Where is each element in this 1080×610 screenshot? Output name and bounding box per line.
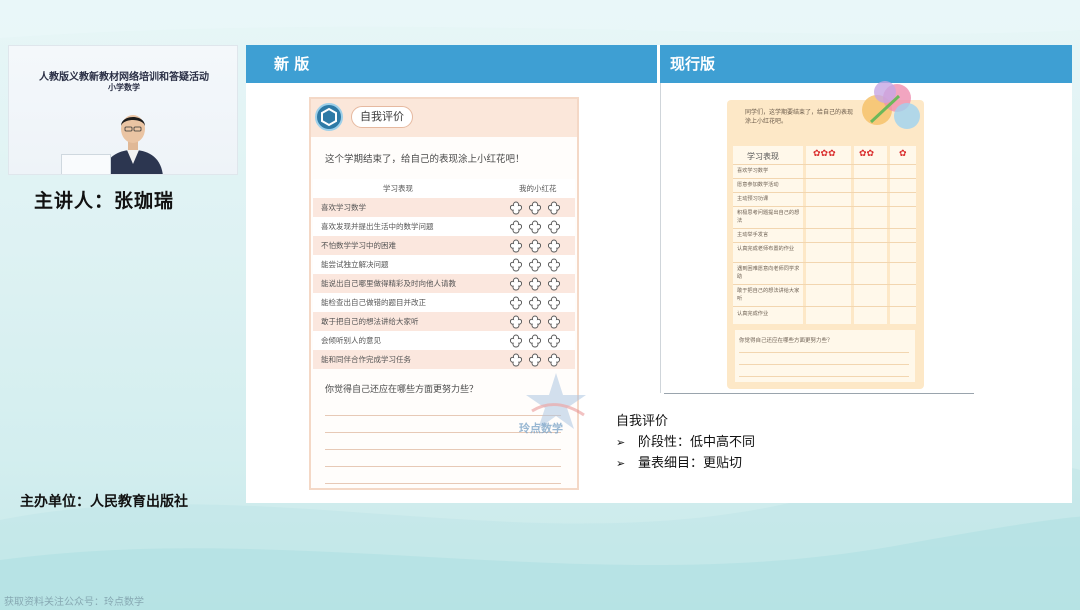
row-line <box>733 284 916 285</box>
table-row: 能和同伴合作完成学习任务 <box>313 350 575 369</box>
flower-icon: ✿ <box>899 149 907 159</box>
flower-outline-icon <box>509 296 561 310</box>
page-frame-bottom <box>664 393 974 394</box>
flower-column-1 <box>890 146 916 324</box>
arrow-bullet-icon: ➢ <box>616 457 626 470</box>
new-textbook-page: 自我评价 这个学期结束了，给自己的表现涂上小红花吧！ 学习表现 我的小红花 喜欢… <box>309 97 586 490</box>
flower-outline-icon <box>509 258 561 272</box>
table-row: 能尝试独立解决问题 <box>313 255 575 274</box>
speaker-name: 主讲人：张珈瑞 <box>34 190 175 212</box>
table-row: 不怕数学学习中的困难 <box>313 236 575 255</box>
watermark-text: 玲点数学 <box>519 422 563 435</box>
arrow-bullet-icon: ➢ <box>616 436 626 449</box>
flower-icon: ✿✿ <box>859 149 875 159</box>
answer-line <box>739 364 909 365</box>
table-row: 能说出自己哪里做得精彩及时向他人请教 <box>313 274 575 293</box>
flower-outline-icon <box>509 220 561 234</box>
list-item: 主动预习功课 <box>737 196 769 202</box>
comparison-notes: 自我评价 ➢ 阶段性：低中高不同 ➢ 量表细目：更贴切 <box>616 411 755 474</box>
answer-line <box>325 449 561 450</box>
list-item: 积极思考问题提出自己的想法 <box>737 210 800 224</box>
organizer: 主办单位：人民教育出版社 <box>20 494 188 510</box>
row-line <box>733 242 916 243</box>
table-row: 会倾听别人的意见 <box>313 331 575 350</box>
list-item: 敢于把自己的想法讲给大家听 <box>737 288 800 302</box>
list-item: 喜欢学习数学 <box>737 168 769 174</box>
table-row: 能检查出自己做错的题目并改正 <box>313 293 575 312</box>
answer-line <box>325 483 561 484</box>
col-header-flowers: 我的小红花 <box>519 184 557 193</box>
table-row: 喜欢发现并提出生活中的数学问题 <box>313 217 575 236</box>
new-page-question: 你觉得自己还应在哪些方面更努力些？ <box>325 385 479 395</box>
column-divider <box>660 83 661 393</box>
self-evaluation-title: 自我评价 <box>351 106 413 128</box>
new-version-header: 新 版 <box>246 45 657 83</box>
answer-line <box>739 376 909 377</box>
list-item: 认真完成作业 <box>737 311 769 317</box>
flower-column-3 <box>806 146 851 324</box>
current-col-header: 学习表现 <box>747 152 779 161</box>
flower-outline-icon <box>509 201 561 215</box>
notes-title: 自我评价 <box>616 414 669 429</box>
current-textbook-page: 同学们，这学期要结束了，给自己的表现涂上小红花吧。 学习表现 ✿✿✿ ✿✿ ✿ … <box>727 81 924 389</box>
row-line <box>733 164 916 165</box>
current-page-question: 你觉得自己还应在哪些方面更努力些？ <box>739 338 833 344</box>
new-page-intro: 这个学期结束了，给自己的表现涂上小红花吧！ <box>325 154 525 165</box>
flower-outline-icon <box>509 334 561 348</box>
table-row: 喜欢学习数学 <box>313 198 575 217</box>
row-line <box>733 262 916 263</box>
flower-column-2 <box>854 146 887 324</box>
flower-outline-icon <box>509 239 561 253</box>
row-line <box>733 206 916 207</box>
row-line <box>733 178 916 179</box>
note-bullet: ➢ 阶段性：低中高不同 <box>616 432 755 453</box>
row-line <box>733 192 916 193</box>
monitor <box>61 154 111 174</box>
row-line <box>733 306 916 307</box>
answer-line <box>739 352 909 353</box>
note-bullet: ➢ 量表细目：更贴切 <box>616 453 755 474</box>
current-question-box: 你觉得自己还应在哪些方面更努力些？ <box>735 330 915 382</box>
video-thumbnail[interactable]: 人教版义教新教材网络培训和答疑活动 小学数学 <box>8 45 238 175</box>
decorative-circles-icon <box>862 81 920 129</box>
list-item: 愿意参加数学活动 <box>737 182 779 188</box>
new-evaluation-table: 学习表现 我的小红花 喜欢学习数学 喜欢发现并提出生活中的数学问题 不怕数学学习… <box>313 179 575 369</box>
flower-icon: ✿✿✿ <box>813 149 836 159</box>
footer-caption: 获取资料关注公众号：玲点数学 <box>4 597 144 608</box>
table-row: 敢于把自己的想法讲给大家听 <box>313 312 575 331</box>
row-line <box>733 228 916 229</box>
hexagon-badge-icon <box>315 103 343 131</box>
list-item: 认真完成老师布置的作业 <box>737 246 795 252</box>
col-header-item: 学习表现 <box>383 184 413 193</box>
new-page-header: 自我评价 <box>311 99 577 137</box>
current-page-intro: 同学们，这学期要结束了，给自己的表现涂上小红花吧。 <box>745 109 854 125</box>
current-evaluation-table: 学习表现 ✿✿✿ ✿✿ ✿ 喜欢学习数学 愿意参加数学活动 主动预习功课 积极思… <box>733 146 918 324</box>
video-subtitle: 小学数学 <box>108 83 140 92</box>
list-item: 遇到困难愿意向老师同学求助 <box>737 266 800 280</box>
flower-outline-icon <box>509 277 561 291</box>
table-header-row: 学习表现 我的小红花 <box>313 179 575 198</box>
list-item: 主动举手发言 <box>737 232 769 238</box>
flower-outline-icon <box>509 315 561 329</box>
video-title: 人教版义教新教材网络培训和答疑活动 <box>39 72 209 83</box>
flower-outline-icon <box>509 353 561 367</box>
slide: 新 版 现行版 自我评价 这个学期结束了，给自己的表现涂上小红花吧！ 学习表现 … <box>246 45 1072 503</box>
answer-line <box>325 466 561 467</box>
